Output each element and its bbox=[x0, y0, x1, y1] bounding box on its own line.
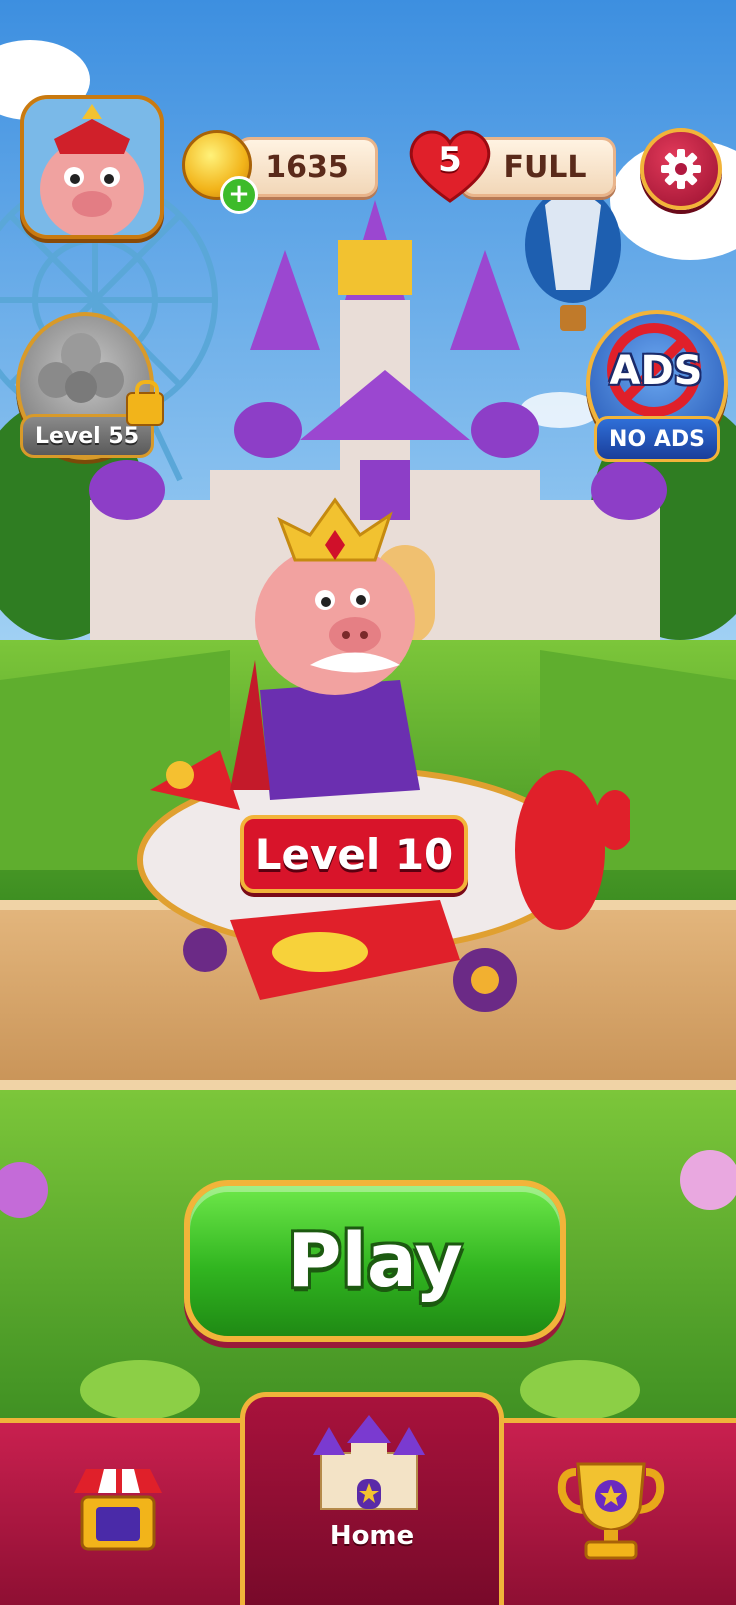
settings-button[interactable] bbox=[640, 128, 722, 210]
lock-icon bbox=[126, 380, 164, 426]
castle-icon bbox=[313, 1415, 425, 1510]
player-avatar[interactable] bbox=[20, 95, 164, 239]
play-button-label: Play bbox=[287, 1218, 463, 1304]
lives-status-text: FULL bbox=[503, 149, 587, 185]
nav-shop[interactable] bbox=[0, 1418, 240, 1600]
play-button[interactable]: Play bbox=[184, 1180, 566, 1342]
nav-leaderboard[interactable] bbox=[494, 1418, 736, 1600]
no-ads-title: ADS bbox=[609, 348, 703, 394]
avatar-pig-icon bbox=[24, 99, 160, 235]
lives-count: 5 bbox=[438, 140, 462, 180]
nav-home-label: Home bbox=[329, 1521, 415, 1551]
plane-level-badge: Level 10 bbox=[240, 815, 468, 893]
coin-count: 1635 bbox=[265, 149, 349, 185]
robot-silhouette-icon bbox=[38, 333, 124, 403]
plane-level-text: Level 10 bbox=[254, 829, 454, 879]
shop-icon bbox=[74, 1469, 162, 1551]
nav-home-tab[interactable]: Home bbox=[240, 1392, 504, 1605]
gear-icon bbox=[661, 149, 701, 189]
coin-counter[interactable]: 1635 bbox=[236, 137, 378, 197]
pig-king-plane bbox=[137, 497, 630, 1012]
no-ads-label: NO ADS bbox=[594, 416, 720, 462]
add-coins-plus-icon[interactable]: + bbox=[220, 176, 258, 214]
trophy-icon bbox=[557, 1462, 665, 1560]
